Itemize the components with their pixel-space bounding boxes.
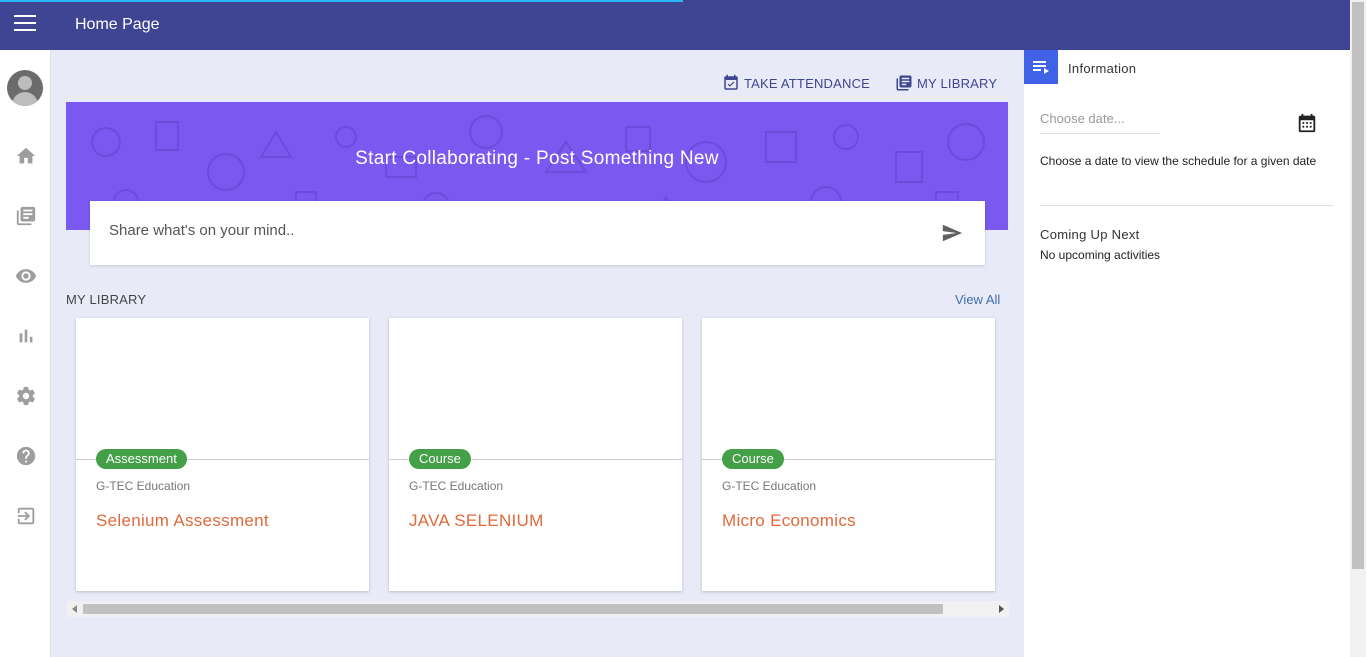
library-card[interactable]: Course G-TEC Education Micro Economics	[702, 318, 995, 591]
card-thumbnail	[76, 318, 369, 460]
sidebar	[0, 50, 51, 657]
exit-icon[interactable]	[15, 505, 37, 527]
library-card[interactable]: Course G-TEC Education JAVA SELENIUM	[389, 318, 682, 591]
card-organization: G-TEC Education	[722, 479, 817, 493]
loading-progress-bar	[0, 0, 683, 2]
help-icon[interactable]	[15, 445, 37, 467]
my-library-label: MY LIBRARY	[917, 75, 998, 91]
type-badge: Course	[409, 449, 471, 469]
card-title[interactable]: Selenium Assessment	[96, 511, 269, 531]
library-books-icon	[896, 75, 912, 91]
page-vertical-scrollbar[interactable]	[1350, 0, 1366, 657]
card-organization: G-TEC Education	[409, 479, 504, 493]
information-title: Information	[1068, 61, 1137, 76]
card-organization: G-TEC Education	[96, 479, 191, 493]
card-title[interactable]: JAVA SELENIUM	[409, 511, 544, 531]
scroll-left-arrow[interactable]	[72, 605, 77, 613]
banner-title: Start Collaborating - Post Something New	[355, 148, 719, 169]
library-heading: MY LIBRARY	[66, 292, 147, 307]
information-panel: Information Choose a date to view the sc…	[1024, 50, 1350, 657]
post-composer	[90, 201, 985, 265]
library-card[interactable]: Assessment G-TEC Education Selenium Asse…	[76, 318, 369, 591]
send-icon[interactable]	[940, 222, 964, 244]
scrollbar-thumb[interactable]	[1352, 2, 1364, 569]
playlist-icon[interactable]	[1024, 50, 1058, 84]
scrollbar-thumb[interactable]	[83, 604, 943, 614]
gear-icon[interactable]	[15, 385, 37, 407]
library-books-icon[interactable]	[15, 205, 37, 227]
top-app-bar: Home Page	[0, 0, 1350, 50]
coming-up-empty-text: No upcoming activities	[1040, 248, 1161, 262]
library-horizontal-scrollbar[interactable]	[67, 601, 1009, 617]
card-thumbnail	[389, 318, 682, 460]
avatar[interactable]	[7, 70, 43, 106]
main-content: TAKE ATTENDANCE MY LIBRARY Start Collabo…	[51, 50, 1024, 657]
menu-icon[interactable]	[14, 15, 36, 33]
calendar-icon[interactable]	[1296, 112, 1318, 134]
take-attendance-button[interactable]: TAKE ATTENDANCE	[722, 74, 870, 92]
coming-up-title: Coming Up Next	[1040, 227, 1140, 242]
post-input[interactable]	[109, 222, 909, 239]
bar-chart-icon[interactable]	[15, 325, 37, 347]
type-badge: Course	[722, 449, 784, 469]
scroll-right-arrow[interactable]	[999, 605, 1004, 613]
my-library-button[interactable]: MY LIBRARY	[895, 74, 997, 92]
type-badge: Assessment	[96, 449, 187, 469]
take-attendance-label: TAKE ATTENDANCE	[744, 75, 871, 91]
date-hint-text: Choose a date to view the schedule for a…	[1040, 154, 1317, 168]
date-picker-input[interactable]	[1040, 111, 1160, 134]
card-title[interactable]: Micro Economics	[722, 511, 856, 531]
divider	[1040, 205, 1333, 206]
page-title: Home Page	[75, 16, 160, 33]
card-thumbnail	[702, 318, 995, 460]
calendar-check-icon	[724, 74, 738, 90]
view-all-link[interactable]: View All	[955, 292, 1000, 307]
eye-icon[interactable]	[15, 265, 37, 287]
home-icon[interactable]	[15, 145, 37, 167]
